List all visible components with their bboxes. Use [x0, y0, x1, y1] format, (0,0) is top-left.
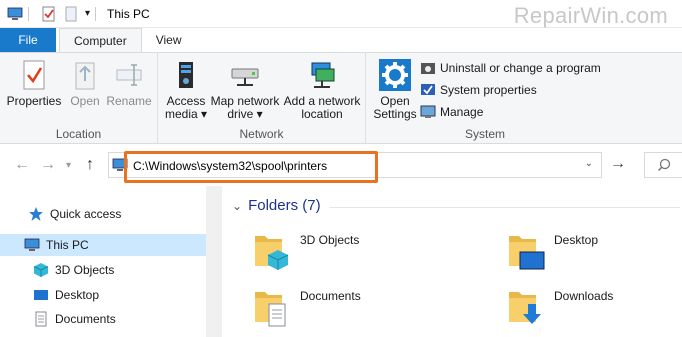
document-icon	[35, 311, 47, 327]
tab-computer[interactable]: Computer	[59, 28, 142, 52]
nav-quick-access-label: Quick access	[50, 207, 122, 221]
open-settings-label-1: Open	[380, 94, 410, 108]
star-icon	[29, 207, 43, 221]
customize-quick-access-icon[interactable]: ▾	[85, 8, 90, 19]
documents-folder-icon	[255, 292, 286, 327]
open-button[interactable]: Open	[66, 59, 104, 108]
search-icon	[657, 158, 671, 172]
new-folder-icon[interactable]	[63, 6, 79, 22]
properties-icon	[23, 60, 45, 90]
access-media-label-2: media ▾	[164, 107, 208, 121]
title-bar: ▾ This PC RepairWin.com	[0, 0, 682, 28]
folders-section-title: Folders (7)	[248, 197, 321, 214]
add-network-location-button[interactable]: Add a network location	[282, 59, 362, 121]
folder-downloads-label: Downloads	[554, 289, 614, 303]
address-highlight-box	[124, 151, 378, 183]
computer-icon	[24, 238, 40, 251]
folders-section-header[interactable]: ⌄ Folders (7)	[232, 197, 321, 214]
uninstall-icon	[421, 63, 435, 74]
nav-item-3d-objects[interactable]: 3D Objects	[0, 259, 206, 281]
ribbon-tabs: File Computer View	[0, 28, 682, 52]
map-drive-label-1: Map network	[210, 94, 280, 108]
folder-3d-objects-label: 3D Objects	[300, 233, 360, 247]
system-properties-label: System properties	[440, 83, 537, 97]
open-settings-button[interactable]: Open Settings	[372, 59, 418, 121]
nav-item-this-pc[interactable]: This PC	[0, 234, 206, 256]
map-network-drive-button[interactable]: Map network drive ▾	[210, 59, 280, 121]
open-settings-label-2: Settings	[373, 107, 417, 121]
3d-objects-folder-icon	[255, 236, 289, 270]
separator	[28, 6, 29, 21]
navigation-pane: Quick access This PC 3D Objects Desktop …	[0, 186, 222, 337]
cube-icon	[33, 263, 49, 277]
map-drive-label-2: drive ▾	[227, 107, 263, 121]
up-arrow-icon[interactable]: ↑	[86, 156, 94, 174]
network-drive-icon	[231, 68, 259, 86]
desktop-folder-icon	[509, 236, 545, 270]
system-group-label: System	[464, 127, 505, 141]
separator	[95, 6, 97, 21]
access-media-button[interactable]: Access media ▾	[162, 59, 210, 121]
go-arrow-icon[interactable]: →	[610, 155, 626, 173]
folder-documents-label: Documents	[300, 289, 361, 303]
address-dropdown-icon[interactable]: ⌄	[585, 158, 593, 169]
content-pane: ⌄ Folders (7) 3D Objects Desktop Documen…	[222, 186, 682, 337]
properties-label: Properties	[6, 94, 62, 108]
manage-label: Manage	[440, 105, 484, 119]
rename-button[interactable]: Rename	[106, 59, 152, 108]
window-title: This PC	[107, 6, 150, 21]
folder-documents[interactable]: Documents	[252, 284, 361, 328]
back-arrow-icon[interactable]: ←	[14, 156, 30, 174]
folder-desktop-label: Desktop	[554, 233, 599, 247]
computer-icon	[7, 7, 23, 20]
ribbon: Properties Open Rename Location Access m…	[0, 52, 682, 144]
downloads-folder-icon	[509, 292, 541, 324]
uninstall-program-button[interactable]: Uninstall or change a program	[420, 60, 601, 76]
network-group: Access media ▾ Map network drive ▾ Add a…	[158, 53, 366, 144]
folder-desktop[interactable]: Desktop	[506, 228, 598, 272]
section-divider	[330, 207, 680, 208]
location-group-label: Location	[55, 127, 102, 141]
system-properties-button[interactable]: System properties	[420, 82, 537, 98]
open-label: Open	[70, 94, 100, 108]
folder-3d-objects[interactable]: 3D Objects	[252, 228, 359, 272]
open-icon	[75, 62, 95, 90]
add-location-label-2: location	[301, 107, 343, 121]
nav-desktop-label: Desktop	[55, 288, 100, 302]
forward-arrow-icon[interactable]: →	[40, 156, 56, 174]
network-group-label: Network	[239, 127, 284, 141]
add-location-label-1: Add a network	[283, 94, 361, 108]
rename-icon	[116, 64, 142, 86]
nav-item-quick-access[interactable]: Quick access	[0, 203, 206, 225]
manage-button[interactable]: Manage	[420, 104, 483, 120]
nav-3d-objects-label: 3D Objects	[55, 263, 115, 277]
watermark: RepairWin.com	[513, 3, 668, 28]
location-group: Properties Open Rename Location	[0, 53, 158, 144]
tab-file[interactable]: File	[0, 28, 56, 52]
navigation-scrollbar[interactable]	[206, 186, 222, 337]
uninstall-label: Uninstall or change a program	[440, 61, 601, 75]
search-box[interactable]	[644, 152, 682, 178]
system-properties-icon	[421, 84, 435, 95]
nav-this-pc-label: This PC	[46, 238, 89, 252]
rename-label: Rename	[106, 94, 152, 108]
recent-locations-chevron-icon[interactable]: ▾	[66, 160, 71, 171]
properties-checkmark-icon[interactable]	[41, 6, 57, 22]
network-location-icon	[311, 62, 335, 88]
properties-button[interactable]: Properties	[6, 59, 62, 108]
collapse-chevron-icon[interactable]: ⌄	[232, 199, 242, 213]
tab-view[interactable]: View	[142, 28, 196, 52]
nav-item-documents[interactable]: Documents	[0, 308, 206, 330]
desktop-icon	[34, 290, 48, 300]
nav-documents-label: Documents	[55, 312, 116, 326]
settings-gear-icon	[379, 59, 411, 91]
access-media-label-1: Access	[166, 94, 206, 108]
folder-downloads[interactable]: Downloads	[506, 284, 613, 328]
manage-icon	[420, 105, 436, 118]
nav-item-desktop[interactable]: Desktop	[0, 284, 206, 306]
media-server-icon	[179, 62, 193, 88]
